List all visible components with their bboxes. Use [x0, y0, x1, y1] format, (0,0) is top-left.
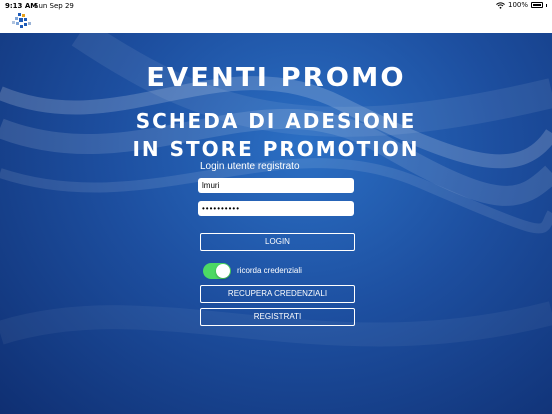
app-logo-icon [12, 13, 31, 28]
wifi-icon [496, 1, 505, 9]
subtitle-line-1: SCHEDA DI ADESIONE [135, 109, 417, 133]
toggle-knob [216, 264, 230, 278]
remember-credentials-toggle[interactable] [203, 263, 231, 279]
battery-percent: 100% [507, 1, 528, 9]
username-input[interactable]: lmuri [198, 178, 354, 193]
app-header [0, 13, 552, 33]
battery-tip-icon [546, 3, 547, 7]
recover-credentials-button[interactable]: RECUPERA CREDENZIALI [200, 285, 355, 303]
status-date: Sun Sep 29 [34, 2, 74, 10]
battery-icon [531, 2, 543, 8]
status-time: 9:13 AM [5, 2, 38, 10]
password-input[interactable]: •••••••••• [198, 201, 354, 216]
login-screen: EVENTI PROMO SCHEDA DI ADESIONE IN STORE… [0, 33, 552, 414]
register-button[interactable]: REGISTRATI [200, 308, 355, 326]
subtitle-line-2: IN STORE PROMOTION [132, 137, 420, 161]
login-heading: Login utente registrato [200, 161, 300, 172]
remember-credentials-label: ricorda credenziali [237, 266, 302, 275]
page-title: EVENTI PROMO [146, 63, 406, 93]
status-bar: 9:13 AM Sun Sep 29 100% [0, 0, 552, 13]
login-button[interactable]: LOGIN [200, 233, 355, 251]
status-right: 100% [496, 1, 547, 9]
